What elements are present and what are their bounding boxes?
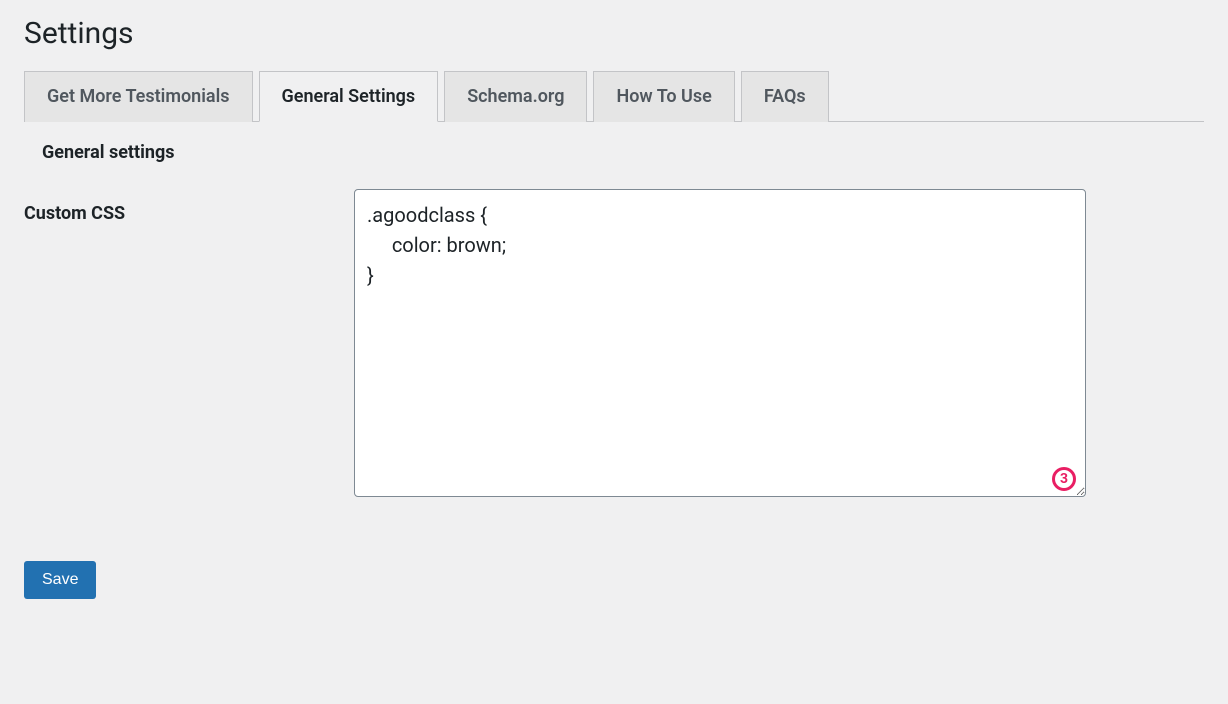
custom-css-row: Custom CSS 3 [24,189,1204,501]
tab-how-to-use[interactable]: How To Use [593,71,734,122]
page-title: Settings [24,16,1204,51]
save-button-label: Save [42,571,78,588]
tab-label: Get More Testimonials [47,86,230,107]
tab-general-settings[interactable]: General Settings [259,71,439,122]
custom-css-textarea[interactable] [354,189,1086,497]
tab-label: How To Use [616,86,711,107]
custom-css-label: Custom CSS [24,189,354,224]
tab-label: FAQs [764,86,806,107]
section-heading: General settings [42,142,1204,163]
tab-label: General Settings [282,86,416,107]
settings-page: Settings Get More Testimonials General S… [0,0,1228,623]
tab-faqs[interactable]: FAQs [741,71,829,122]
tabs-container: Get More Testimonials General Settings S… [24,71,1204,122]
tab-schema-org[interactable]: Schema.org [444,71,587,122]
save-button[interactable]: Save [24,561,96,599]
tab-get-more-testimonials[interactable]: Get More Testimonials [24,71,253,122]
custom-css-wrap: 3 [354,189,1086,501]
tab-label: Schema.org [467,86,564,107]
